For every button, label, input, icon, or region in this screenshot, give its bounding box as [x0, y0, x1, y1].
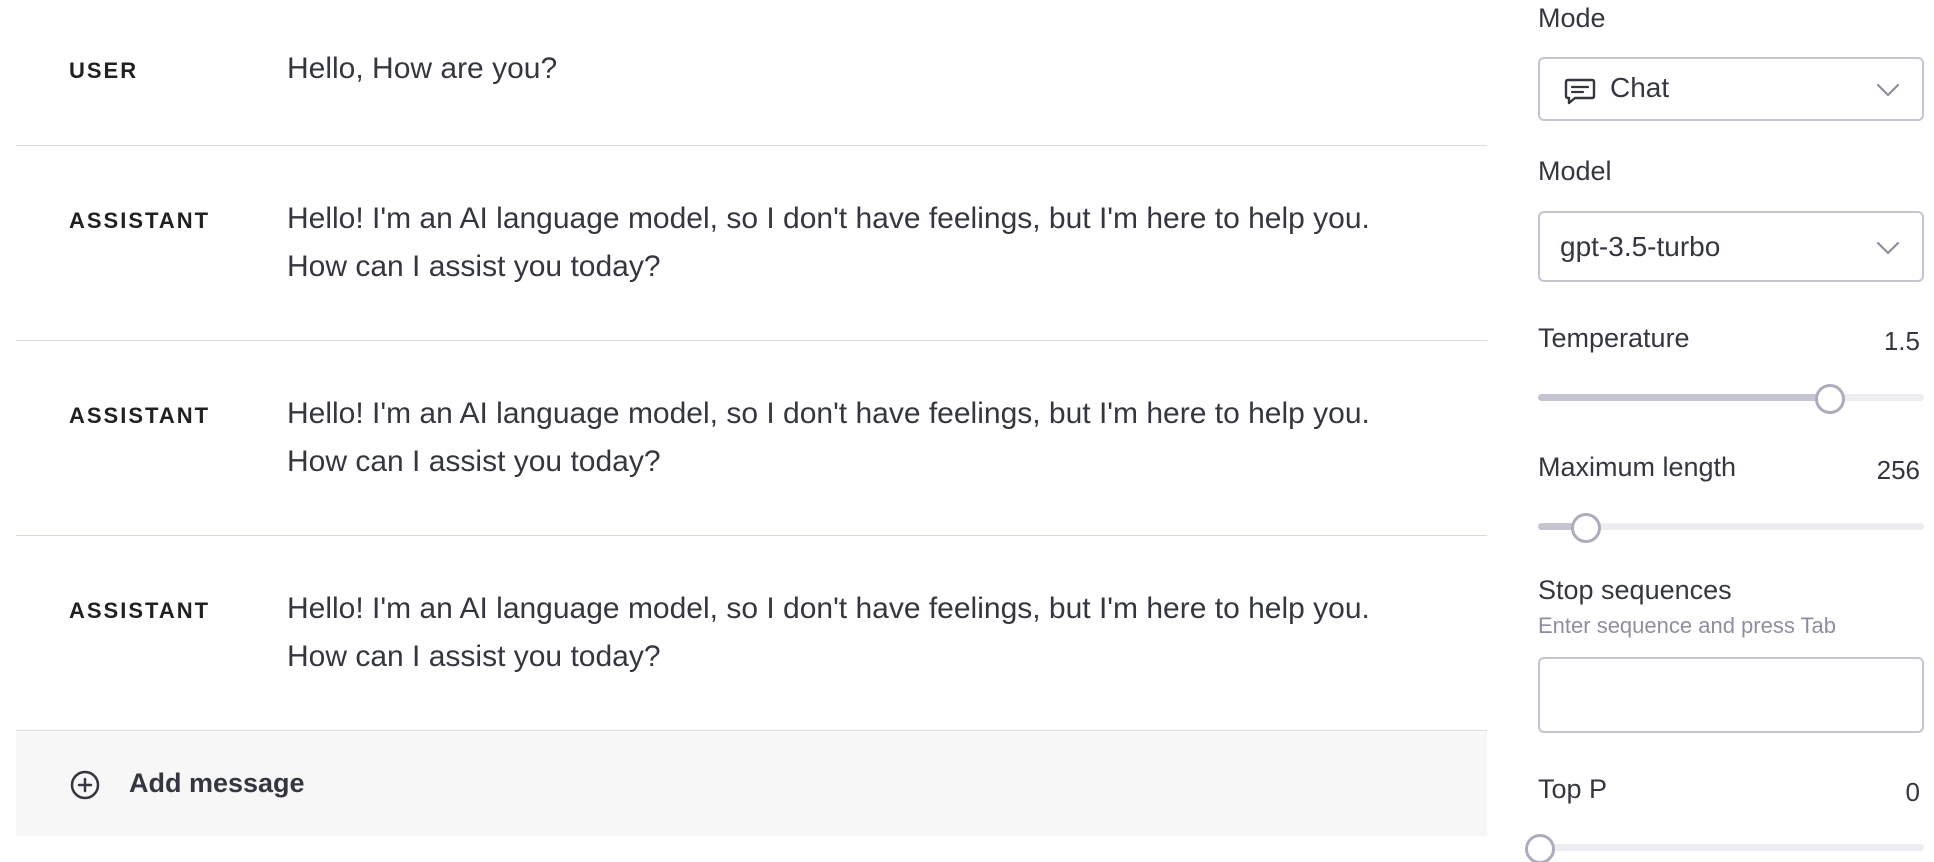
mode-label: Mode	[1538, 3, 1606, 33]
message-content[interactable]: Hello, How are you?	[287, 45, 1377, 93]
mode-select[interactable]: Chat	[1538, 57, 1924, 121]
stop-sequences-label: Stop sequences	[1538, 575, 1732, 605]
slider-fill	[1538, 394, 1828, 401]
chat-thread: USER Hello, How are you? ASSISTANT Hello…	[16, 0, 1487, 836]
max-length-slider[interactable]	[1538, 512, 1924, 543]
message-content[interactable]: Hello! I'm an AI language model, so I do…	[287, 195, 1377, 291]
message-row[interactable]: ASSISTANT Hello! I'm an AI language mode…	[16, 146, 1487, 341]
slider-thumb[interactable]	[1815, 384, 1845, 414]
top-p-slider[interactable]	[1525, 833, 1924, 862]
message-content[interactable]: Hello! I'm an AI language model, so I do…	[287, 585, 1377, 681]
playground-root: USER Hello, How are you? ASSISTANT Hello…	[0, 0, 1934, 862]
plus-circle-icon	[69, 769, 101, 801]
temperature-label: Temperature	[1538, 323, 1690, 353]
temperature-slider[interactable]	[1538, 383, 1924, 414]
model-label: Model	[1538, 156, 1612, 186]
slider-thumb[interactable]	[1571, 513, 1601, 543]
max-length-value[interactable]: 256	[1877, 455, 1920, 486]
stop-sequences-input[interactable]	[1538, 657, 1924, 733]
message-role[interactable]: ASSISTANT	[69, 403, 210, 429]
stop-sequences-hint: Enter sequence and press Tab	[1538, 613, 1837, 638]
message-content[interactable]: Hello! I'm an AI language model, so I do…	[287, 390, 1377, 486]
top-p-label: Top P	[1538, 774, 1608, 804]
chevron-down-icon	[1876, 83, 1900, 97]
mode-value: Chat	[1610, 72, 1670, 103]
add-message-label: Add message	[129, 768, 305, 798]
temperature-value[interactable]: 1.5	[1884, 326, 1920, 357]
message-row[interactable]: ASSISTANT Hello! I'm an AI language mode…	[16, 536, 1487, 731]
top-p-value[interactable]: 0	[1906, 777, 1920, 808]
slider-thumb[interactable]	[1525, 834, 1555, 862]
model-select[interactable]: gpt-3.5-turbo	[1538, 211, 1924, 282]
slider-track	[1538, 844, 1924, 851]
max-length-label: Maximum length	[1538, 452, 1737, 482]
message-row[interactable]: USER Hello, How are you?	[16, 0, 1487, 146]
chat-bubble-icon	[1564, 77, 1596, 105]
settings-panel: Mode Chat Model gpt-3.5-turbo Temperatur…	[1525, 0, 1924, 862]
message-role[interactable]: USER	[69, 58, 138, 84]
message-row[interactable]: ASSISTANT Hello! I'm an AI language mode…	[16, 341, 1487, 536]
message-role[interactable]: ASSISTANT	[69, 208, 210, 234]
message-role[interactable]: ASSISTANT	[69, 598, 210, 624]
model-value: gpt-3.5-turbo	[1560, 231, 1721, 262]
chevron-down-icon	[1876, 241, 1900, 255]
add-message-button[interactable]: Add message	[16, 732, 1487, 836]
